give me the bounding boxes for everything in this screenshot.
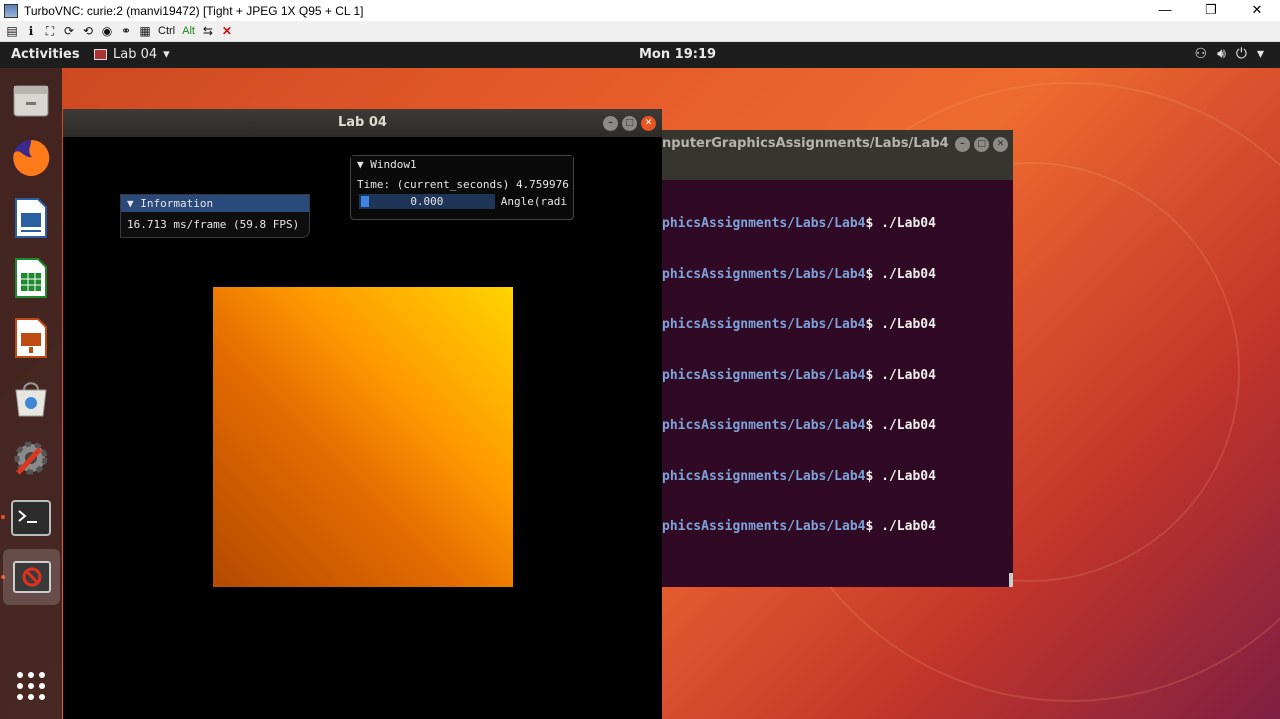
app-menu[interactable]: Lab 04 ▾: [94, 47, 170, 62]
lab04-window-buttons: – □ ✕: [603, 116, 656, 131]
terminal-line: phicsAssignments/Labs/Lab4$ ./Lab04: [662, 266, 936, 282]
close-button[interactable]: ✕: [993, 137, 1008, 152]
files-icon[interactable]: [9, 78, 53, 122]
angle-slider-value: 0.000: [410, 195, 444, 208]
information-panel-header[interactable]: ▼ Information: [121, 195, 309, 212]
collapse-arrow-icon[interactable]: ▼: [127, 197, 134, 210]
clipboard-icon[interactable]: ▦: [137, 24, 153, 39]
dock: [0, 68, 62, 719]
terminal-scrollbar[interactable]: [1009, 573, 1013, 587]
ubuntu-software-icon[interactable]: [9, 376, 53, 420]
connection-options-icon[interactable]: ▤: [4, 24, 20, 39]
terminal-line: phicsAssignments/Labs/Lab4$ ./Lab04: [662, 468, 936, 484]
desktop: Activities Lab 04 ▾ Mon 19:19 ⚇ 🔊︎ ⏻ ▾ n…: [0, 42, 1280, 719]
terminal-icon[interactable]: [9, 496, 53, 540]
volume-icon: 🔊︎: [1217, 46, 1226, 62]
clock[interactable]: Mon 19:19: [639, 47, 716, 62]
terminal-output[interactable]: phicsAssignments/Labs/Lab4$ ./Lab04 phic…: [662, 180, 1013, 570]
information-panel-title: Information: [140, 197, 214, 210]
close-button[interactable]: ✕: [1234, 0, 1280, 21]
terminal-title: nputerGraphicsAssignments/Labs/Lab4: [662, 136, 949, 151]
system-tray[interactable]: ⚇ 🔊︎ ⏻ ▾: [1195, 46, 1265, 62]
window-title: Lab 04: [338, 115, 387, 130]
terminal-line: phicsAssignments/Labs/Lab4$ ./Lab04: [662, 519, 936, 534]
terminal-window[interactable]: nputerGraphicsAssignments/Labs/Lab4 – □ …: [662, 130, 1013, 587]
collapse-arrow-icon[interactable]: ▼: [357, 158, 364, 171]
window1-panel-header[interactable]: ▼ Window1: [351, 156, 573, 173]
screenshot-icon[interactable]: ◉: [99, 24, 115, 39]
alt-key-button[interactable]: Alt: [180, 24, 197, 39]
ctrl-key-button[interactable]: Ctrl: [156, 24, 177, 39]
firefox-icon[interactable]: [9, 136, 53, 180]
settings-icon[interactable]: [9, 436, 53, 480]
terminal-line: phicsAssignments/Labs/Lab4$ ./Lab04: [662, 317, 936, 332]
information-panel[interactable]: ▼ Information 16.713 ms/frame (59.8 FPS): [120, 194, 310, 238]
lab04-app-icon[interactable]: [3, 549, 60, 605]
turbovnc-app-icon: [4, 3, 18, 18]
minimize-button[interactable]: –: [955, 137, 970, 152]
minimize-button[interactable]: –: [603, 116, 618, 131]
maximize-button[interactable]: □: [622, 116, 637, 131]
app-menu-label: Lab 04: [113, 47, 158, 62]
restore-button[interactable]: ❐: [1188, 0, 1234, 21]
slider-grab[interactable]: [361, 196, 369, 207]
terminal-line: phicsAssignments/Labs/Lab4$ ./Lab04: [662, 367, 936, 383]
lossless-refresh-icon[interactable]: ⟲: [80, 24, 96, 39]
terminal-line: phicsAssignments/Labs/Lab4$ ./Lab04: [662, 418, 936, 433]
fps-readout: 16.713 ms/frame (59.8 FPS): [127, 218, 300, 231]
vnc-title-bar: TurboVNC: curie:2 (manvi19472) [Tight + …: [0, 0, 1280, 21]
libreoffice-calc-icon[interactable]: [9, 256, 53, 300]
chevron-down-icon: ▾: [163, 47, 170, 62]
angle-slider-label: Angle(radi: [500, 195, 567, 208]
vnc-toolbar: ▤ ℹ ⛶ ⟳ ⟲ ◉ ⚭ ▦ Ctrl Alt ⇆ ✕: [0, 21, 1280, 42]
minimize-button[interactable]: —: [1142, 0, 1188, 21]
zoom-icon[interactable]: ⚭: [118, 24, 134, 39]
rendered-quad: [213, 287, 513, 587]
disconnect-icon[interactable]: ✕: [219, 24, 235, 39]
network-icon: ⚇: [1194, 46, 1208, 62]
refresh-icon[interactable]: ⟳: [61, 24, 77, 39]
activities-button[interactable]: Activities: [11, 47, 80, 62]
window1-panel[interactable]: ▼ Window1 Time: (current_seconds) 4.7599…: [350, 155, 574, 220]
libreoffice-writer-icon[interactable]: [9, 196, 53, 240]
time-readout: Time: (current_seconds) 4.759976: [357, 178, 569, 191]
angle-slider[interactable]: 0.000: [359, 194, 495, 209]
lab04-window[interactable]: Lab 04 – □ ✕ ▼ Information 16.713 ms/fra…: [63, 109, 662, 719]
chevron-down-icon: ▾: [1256, 46, 1264, 62]
app-icon: [94, 49, 107, 60]
lab04-titlebar[interactable]: Lab 04 – □ ✕: [63, 109, 662, 137]
close-button[interactable]: ✕: [641, 116, 656, 131]
fullscreen-icon[interactable]: ⛶: [42, 24, 58, 39]
terminal-line: phicsAssignments/Labs/Lab4$ ./Lab04: [662, 216, 936, 231]
show-apps-icon[interactable]: [9, 664, 53, 708]
maximize-button[interactable]: □: [974, 137, 989, 152]
vnc-window-title: TurboVNC: curie:2 (manvi19472) [Tight + …: [24, 3, 364, 18]
window1-panel-title: Window1: [370, 158, 417, 171]
running-indicator: [1, 515, 5, 519]
power-icon: ⏻: [1235, 46, 1247, 62]
gnome-top-bar: Activities Lab 04 ▾ Mon 19:19 ⚇ 🔊︎ ⏻ ▾: [0, 42, 1280, 68]
libreoffice-impress-icon[interactable]: [9, 316, 53, 360]
terminal-window-buttons: – □ ✕: [955, 137, 1008, 152]
transfer-icon[interactable]: ⇆: [200, 24, 216, 39]
terminal-titlebar[interactable]: nputerGraphicsAssignments/Labs/Lab4 – □ …: [662, 130, 1013, 180]
connection-info-icon[interactable]: ℹ: [23, 24, 39, 39]
